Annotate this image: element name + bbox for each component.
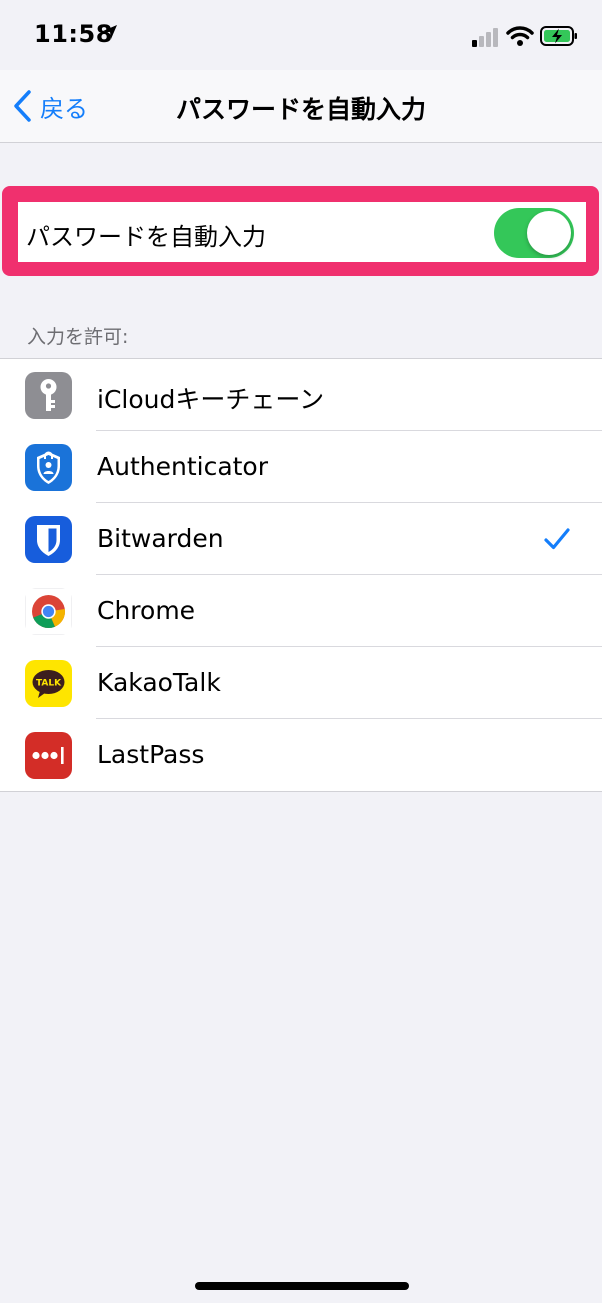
provider-row-chrome[interactable]: Chrome [0, 575, 602, 647]
toggle-knob [527, 211, 571, 255]
wifi-icon [506, 26, 534, 46]
icloud-keychain-icon [25, 372, 72, 419]
status-bar: 11:58 [0, 0, 602, 70]
provider-name: Bitwarden [97, 524, 224, 553]
location-arrow-icon [103, 25, 117, 39]
provider-row-kakaotalk[interactable]: TALK KakaoTalk [0, 647, 602, 719]
bitwarden-icon [25, 516, 72, 563]
home-indicator[interactable] [195, 1282, 409, 1290]
section-header: 入力を許可: [27, 326, 129, 348]
provider-name: iCloudキーチェーン [97, 385, 325, 414]
battery-charging-icon [540, 26, 577, 46]
provider-name: Chrome [97, 596, 196, 625]
checkmark-icon [544, 528, 570, 550]
cellular-signal-icon [472, 28, 498, 47]
page-title: パスワードを自動入力 [175, 95, 426, 124]
provider-name: KakaoTalk [97, 668, 221, 697]
provider-row-lastpass[interactable]: LastPass [0, 719, 602, 791]
lastpass-icon [25, 732, 72, 779]
svg-text:TALK: TALK [36, 679, 62, 689]
autofill-passwords-label: パスワードを自動入力 [26, 223, 266, 251]
provider-row-bitwarden[interactable]: Bitwarden [0, 503, 602, 575]
kakaotalk-icon: TALK [25, 660, 72, 707]
authenticator-icon [25, 444, 72, 491]
navigation-bar: 戻る パスワードを自動入力 [0, 70, 602, 143]
provider-name: Authenticator [97, 452, 269, 481]
provider-row-icloud-keychain[interactable]: iCloudキーチェーン [0, 359, 602, 431]
chrome-icon [25, 588, 72, 635]
provider-name: LastPass [97, 740, 205, 769]
autofill-provider-list: iCloudキーチェーン Authenticator Bitwarden Chr… [0, 358, 602, 792]
autofill-passwords-row: パスワードを自動入力 [18, 202, 586, 262]
provider-row-authenticator[interactable]: Authenticator [0, 431, 602, 503]
autofill-passwords-toggle[interactable] [494, 208, 574, 258]
